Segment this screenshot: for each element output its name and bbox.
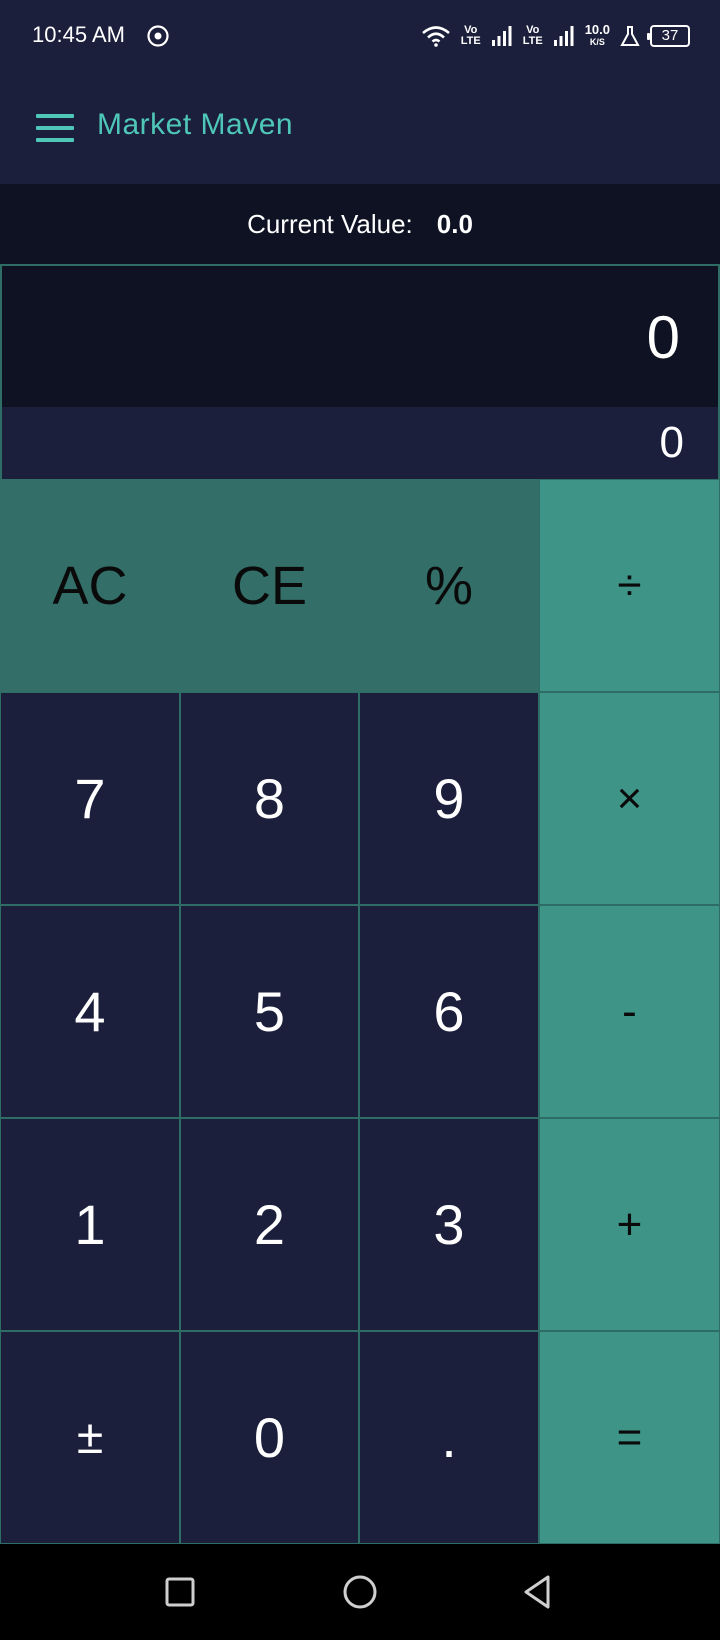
recent-apps-icon[interactable]: [160, 1572, 200, 1612]
digit-1-button[interactable]: 1: [0, 1118, 180, 1331]
location-icon: [147, 25, 169, 47]
signal-2-icon: [553, 26, 574, 46]
digit-2-button[interactable]: 2: [180, 1118, 359, 1331]
current-value-bar: Current Value: 0.0: [0, 184, 720, 264]
network-speed: 10.0 K/S: [584, 22, 610, 48]
status-icons: Vo LTE Vo LTE 10.0 K/S 37: [421, 20, 690, 52]
calculator-keypad: AC CE % ÷ 7 8 9 × 4 5 6 - 1 2 3 + ± 0 . …: [0, 479, 720, 1544]
current-value-number: 0.0: [436, 208, 473, 239]
wifi-icon: [421, 26, 450, 47]
network-1-bottom: LTE: [460, 35, 481, 47]
back-icon[interactable]: [518, 1572, 558, 1612]
plus-button[interactable]: +: [539, 1118, 720, 1331]
battery-indicator: 37: [647, 25, 690, 47]
signal-1-icon: [491, 26, 512, 46]
digit-5-button[interactable]: 5: [180, 905, 359, 1118]
digit-7-button[interactable]: 7: [0, 692, 180, 905]
app-bar: Market Maven: [0, 72, 720, 184]
digit-4-button[interactable]: 4: [0, 905, 180, 1118]
percent-button[interactable]: %: [359, 479, 539, 692]
current-value-label: Current Value:: [247, 208, 413, 239]
digit-0-button[interactable]: 0: [180, 1331, 359, 1544]
minus-button[interactable]: -: [539, 905, 720, 1118]
network-2-bottom: LTE: [522, 35, 543, 47]
decimal-button[interactable]: .: [359, 1331, 539, 1544]
digit-9-button[interactable]: 9: [359, 692, 539, 905]
divide-button[interactable]: ÷: [539, 479, 720, 692]
all-clear-button[interactable]: AC: [0, 479, 180, 692]
digit-8-button[interactable]: 8: [180, 692, 359, 905]
clear-entry-button[interactable]: CE: [180, 479, 359, 692]
app-title: Market Maven: [97, 108, 294, 141]
network-speed-value: 10.0: [584, 22, 610, 37]
network-1-type: Vo LTE: [461, 25, 481, 47]
digit-3-button[interactable]: 3: [359, 1118, 539, 1331]
status-bar: 10:45 AM Vo LTE Vo LTE 10.0 K/S 37: [0, 0, 720, 72]
network-2-type: Vo LTE: [523, 25, 543, 47]
plus-minus-button[interactable]: ±: [0, 1331, 180, 1544]
network-speed-unit: K/S: [589, 37, 605, 47]
home-icon[interactable]: [340, 1572, 380, 1612]
multiply-button[interactable]: ×: [539, 692, 720, 905]
calculator-display-main: 0: [0, 264, 720, 407]
digit-6-button[interactable]: 6: [359, 905, 539, 1118]
system-navigation-bar: [0, 1544, 720, 1640]
equals-button[interactable]: =: [539, 1331, 720, 1544]
flask-icon: [620, 26, 640, 46]
calculator-display-result: 0: [0, 407, 720, 479]
hamburger-menu-icon[interactable]: [36, 114, 74, 142]
status-time: 10:45 AM: [32, 22, 125, 47]
